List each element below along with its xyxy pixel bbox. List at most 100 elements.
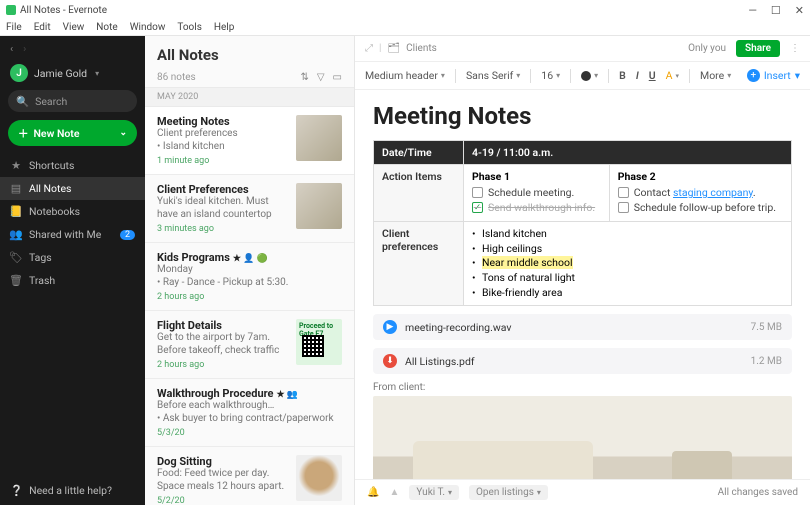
preference-item[interactable]: Island kitchen bbox=[472, 227, 783, 242]
italic-button[interactable]: I bbox=[636, 69, 639, 82]
font-family-select[interactable]: Sans Serif▾ bbox=[466, 69, 520, 82]
new-note-button[interactable]: ＋New Note ⌄ bbox=[8, 120, 137, 146]
phase-title: Phase 2 bbox=[618, 170, 783, 183]
filter-icon[interactable]: ▽ bbox=[317, 72, 325, 83]
search-input[interactable]: 🔍 Search bbox=[8, 90, 137, 112]
font-size-select[interactable]: 16▾ bbox=[541, 69, 560, 82]
tag-chip[interactable]: Open listings▾ bbox=[469, 485, 548, 500]
sidebar-item-shortcuts[interactable]: ★ Shortcuts bbox=[0, 154, 145, 177]
close-button[interactable]: ✕ bbox=[795, 4, 804, 17]
checkbox-icon[interactable] bbox=[472, 187, 483, 198]
assignee-chip[interactable]: Yuki T.▾ bbox=[409, 485, 459, 500]
note-card-meta: 3 minutes ago bbox=[157, 224, 288, 234]
share-scope[interactable]: Only you bbox=[688, 43, 726, 54]
client-image[interactable] bbox=[373, 396, 792, 479]
attachment-row[interactable]: ▶meeting-recording.wav7.5 MB bbox=[373, 314, 792, 340]
note-card[interactable]: Dog SittingFood: Feed twice per day. Spa… bbox=[145, 447, 354, 505]
pdf-icon: ⬇ bbox=[383, 354, 397, 368]
attachment-name: All Listings.pdf bbox=[405, 355, 475, 368]
note-card-title: Meeting Notes bbox=[157, 115, 288, 128]
sidebar-item-tags[interactable]: 🏷Tags bbox=[0, 246, 145, 269]
menu-file[interactable]: File bbox=[6, 22, 22, 33]
sort-icon[interactable]: ⇅ bbox=[300, 72, 308, 83]
account-switcher[interactable]: J Jamie Gold ▾ bbox=[0, 60, 145, 90]
sidebar-item-shared-with-me[interactable]: 👥Shared with Me2 bbox=[0, 223, 145, 246]
insert-button[interactable]: +Insert▾ bbox=[747, 69, 800, 82]
preference-item[interactable]: Bike-friendly area bbox=[472, 286, 783, 301]
note-title[interactable]: Meeting Notes bbox=[373, 102, 792, 130]
table-head-cell[interactable]: 4-19 / 11:00 a.m. bbox=[464, 141, 792, 165]
more-actions-icon[interactable]: ⋮ bbox=[790, 43, 800, 54]
sidebar-item-label: Notebooks bbox=[29, 205, 80, 218]
checkbox-label: Send walkthrough info. bbox=[488, 201, 595, 214]
share-button[interactable]: Share bbox=[736, 40, 780, 57]
checkbox-label: Schedule follow-up before trip. bbox=[634, 201, 776, 214]
preference-item[interactable]: Near middle school bbox=[472, 256, 783, 271]
note-card[interactable]: Kids Programs★ 👤 🟢Monday• Ray - Dance - … bbox=[145, 243, 354, 311]
preference-item[interactable]: Tons of natural light bbox=[472, 271, 783, 286]
view-options-icon[interactable]: ▭ bbox=[333, 72, 342, 83]
checkbox-item[interactable]: ✓ Send walkthrough info. bbox=[472, 201, 601, 214]
sidebar-item-icon: ★ bbox=[10, 159, 22, 172]
link[interactable]: staging company bbox=[673, 186, 753, 199]
sidebar-item-notebooks[interactable]: 📒Notebooks bbox=[0, 200, 145, 223]
table-row-label[interactable]: Action Items bbox=[374, 165, 464, 222]
sidebar-item-label: Shortcuts bbox=[29, 159, 74, 172]
menu-view[interactable]: View bbox=[63, 22, 85, 33]
table-cell[interactable]: Phase 2 Contact staging company. Schedule… bbox=[609, 165, 791, 222]
attachment-row[interactable]: ⬇ All Listings.pdf 1.2 MB bbox=[373, 348, 792, 374]
text-color-button[interactable]: ▾ bbox=[581, 71, 598, 81]
checkbox-icon[interactable] bbox=[618, 187, 629, 198]
menu-note[interactable]: Note bbox=[96, 22, 117, 33]
checkbox-icon[interactable] bbox=[618, 202, 629, 213]
sidebar-item-icon: 🏷 bbox=[10, 251, 22, 264]
sidebar-badge: 2 bbox=[120, 230, 135, 240]
minimize-button[interactable]: — bbox=[748, 4, 757, 17]
sidebar-item-trash[interactable]: 🗑Trash bbox=[0, 269, 145, 292]
table-head-cell[interactable]: Date/Time bbox=[374, 141, 464, 165]
highlight-button[interactable]: A▾ bbox=[666, 69, 679, 82]
bold-button[interactable]: B bbox=[619, 69, 626, 82]
note-card-meta: 5/2/20 bbox=[157, 496, 288, 505]
reminder-icon[interactable]: 🔔 bbox=[367, 487, 379, 498]
table-cell[interactable]: Phase 1 Schedule meeting.✓Send walkthrou… bbox=[464, 165, 610, 222]
checkbox-icon[interactable]: ✓ bbox=[472, 202, 483, 213]
preference-item[interactable]: High ceilings bbox=[472, 242, 783, 257]
info-icon[interactable]: ▲ bbox=[389, 487, 399, 498]
more-formatting-button[interactable]: More▾ bbox=[700, 69, 731, 82]
chevron-down-icon[interactable]: ⌄ bbox=[119, 128, 127, 138]
help-button[interactable]: ❔ Need a little help? bbox=[0, 476, 145, 505]
attachment-size: 1.2 MB bbox=[751, 356, 782, 367]
note-table[interactable]: Date/Time 4-19 / 11:00 a.m. Action Items… bbox=[373, 140, 792, 306]
menu-window[interactable]: Window bbox=[130, 22, 166, 33]
user-name: Jamie Gold bbox=[34, 67, 87, 80]
table-cell[interactable]: Island kitchenHigh ceilingsNear middle s… bbox=[464, 222, 792, 306]
evernote-logo-icon bbox=[6, 5, 16, 15]
note-count: 86 notes bbox=[157, 72, 196, 83]
note-card[interactable]: Meeting NotesClient preferences• Island … bbox=[145, 107, 354, 175]
notebook-icon: 🗂 bbox=[387, 43, 400, 54]
checkbox-item[interactable]: Contact staging company. bbox=[618, 186, 783, 199]
maximize-button[interactable]: ☐ bbox=[771, 4, 781, 17]
expand-icon[interactable]: ⤢ bbox=[365, 43, 373, 54]
note-card-meta: 1 minute ago bbox=[157, 156, 288, 166]
breadcrumb-notebook[interactable]: Clients bbox=[406, 43, 437, 54]
sidebar-item-all-notes[interactable]: ▤All Notes bbox=[0, 177, 145, 200]
paragraph-style-select[interactable]: Medium header▾ bbox=[365, 69, 445, 82]
nav-forward-icon[interactable]: › bbox=[23, 42, 26, 55]
underline-button[interactable]: U bbox=[649, 69, 656, 82]
checkbox-item[interactable]: Schedule follow-up before trip. bbox=[618, 201, 783, 214]
menu-help[interactable]: Help bbox=[214, 22, 234, 33]
note-card[interactable]: Flight DetailsGet to the airport by 7am.… bbox=[145, 311, 354, 379]
editor-toolbar: Medium header▾ Sans Serif▾ 16▾ ▾ B I U A… bbox=[355, 62, 810, 90]
table-row-label[interactable]: Client preferences bbox=[374, 222, 464, 306]
nav-back-icon[interactable]: ‹ bbox=[10, 42, 13, 55]
menubar: File Edit View Note Window Tools Help bbox=[0, 20, 810, 36]
note-card[interactable]: Client PreferencesYuki's ideal kitchen. … bbox=[145, 175, 354, 243]
note-card[interactable]: Walkthrough Procedure★ 👥Before each walk… bbox=[145, 379, 354, 447]
chevron-down-icon: ▾ bbox=[95, 69, 99, 78]
menu-tools[interactable]: Tools bbox=[177, 22, 201, 33]
note-card-preview: Yuki's ideal kitchen. Must have an islan… bbox=[157, 196, 288, 221]
menu-edit[interactable]: Edit bbox=[34, 22, 51, 33]
checkbox-item[interactable]: Schedule meeting. bbox=[472, 186, 601, 199]
